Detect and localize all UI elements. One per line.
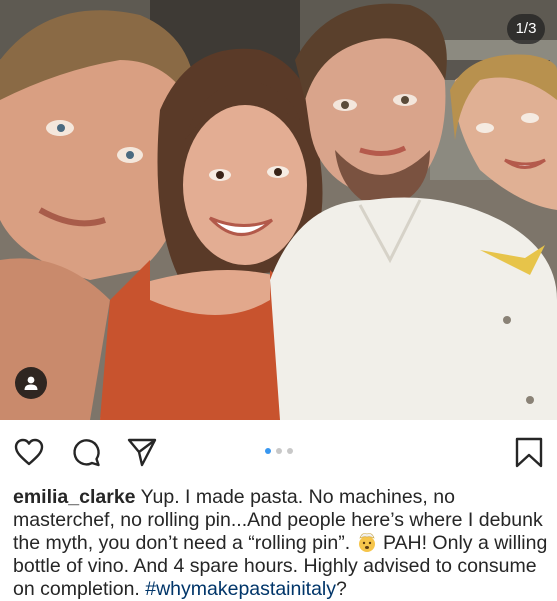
caption-username[interactable]: emilia_clarke (13, 486, 136, 508)
carousel-dot-2[interactable] (275, 448, 282, 454)
caption-text-part-3: ? (336, 578, 347, 600)
post-caption: emilia_clarke Yup. I made pasta. No mach… (13, 486, 553, 601)
carousel-dot-1[interactable] (264, 448, 271, 454)
photo-illustration (0, 0, 557, 420)
user-tag-button[interactable] (15, 367, 47, 399)
exploding-head-emoji-icon (356, 532, 378, 552)
image-counter: 1/3 (507, 14, 545, 44)
carousel-indicator (0, 448, 557, 456)
carousel-dot-3[interactable] (286, 448, 293, 454)
post-photo[interactable]: 1/3 (0, 0, 557, 420)
caption-hashtag[interactable]: #whymakepastainitaly (145, 578, 336, 600)
user-tag-icon (24, 376, 38, 390)
